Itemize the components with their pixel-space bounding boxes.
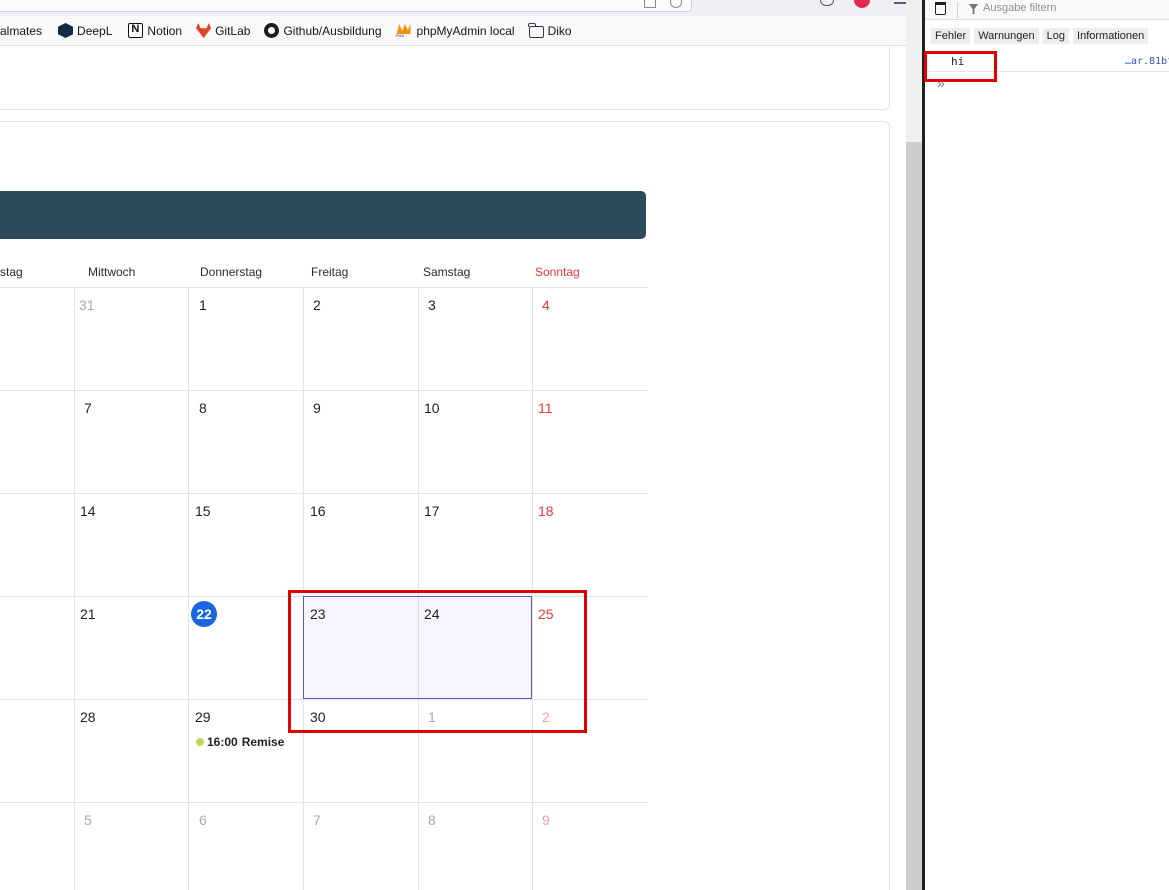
grid-line — [188, 287, 189, 890]
top-card — [0, 47, 890, 110]
today-badge[interactable]: 22 — [191, 601, 217, 627]
day-cell[interactable]: 8 — [428, 812, 436, 828]
bookmark-label: almates — [0, 23, 43, 38]
scrollbar-thumb[interactable] — [906, 142, 922, 890]
grid-line — [532, 287, 533, 890]
devtools-console: Ausgabe filtern Fehler Warnungen Log Inf… — [922, 0, 1169, 890]
bookmark-gitlab[interactable]: GitLab — [196, 16, 250, 46]
day-cell[interactable]: 17 — [424, 503, 440, 519]
day-cell[interactable]: 14 — [80, 503, 96, 519]
annotation-highlight — [288, 590, 587, 733]
event-title: Remise — [241, 735, 285, 749]
bookmark-label: Diko — [547, 23, 572, 38]
day-cell[interactable]: 6 — [199, 812, 207, 828]
filter-output-input[interactable]: Ausgabe filtern — [983, 2, 1056, 14]
event-time: 16:00 — [207, 735, 238, 749]
weekday-saturday: Samstag — [423, 265, 471, 279]
annotation-highlight — [924, 51, 997, 82]
day-cell[interactable]: 16 — [310, 503, 326, 519]
grid-line — [74, 287, 75, 890]
bookmark-label: DeepL — [77, 23, 113, 38]
log-level-filters: Fehler Warnungen Log Informationen — [925, 26, 1169, 46]
day-cell[interactable]: 1 — [199, 297, 207, 313]
calendar-event[interactable]: 16:00 Remise — [196, 735, 284, 749]
page-scrollbar[interactable] — [906, 47, 922, 890]
toolbar-separator — [957, 2, 958, 18]
day-cell[interactable]: 10 — [424, 400, 440, 416]
bookmarks-toolbar: almates DeepL Notion GitLab Github/Ausbi… — [0, 16, 922, 46]
filter-warnings[interactable]: Warnungen — [974, 28, 1039, 44]
day-cell[interactable]: 8 — [199, 400, 207, 416]
filter-info[interactable]: Informationen — [1073, 28, 1149, 44]
grid-line — [0, 390, 647, 391]
bookmark-almates[interactable]: almates — [0, 16, 42, 46]
weekday-wednesday: Mittwoch — [88, 265, 136, 279]
day-cell[interactable]: 9 — [542, 812, 550, 828]
filter-log[interactable]: Log — [1042, 28, 1070, 44]
gitlab-icon — [196, 23, 212, 38]
day-cell[interactable]: 7 — [84, 400, 92, 416]
bookmark-star-icon[interactable] — [670, 0, 682, 8]
bookmark-notion[interactable]: Notion — [128, 16, 182, 46]
day-cell[interactable]: 9 — [313, 400, 321, 416]
phpmyadmin-icon — [396, 23, 413, 38]
event-color-dot — [196, 738, 204, 746]
bookmark-github[interactable]: Github/Ausbildung — [264, 16, 382, 46]
bookmark-label: phpMyAdmin local — [416, 23, 515, 38]
screen: almates DeepL Notion GitLab Github/Ausbi… — [0, 0, 1169, 890]
day-cell[interactable]: 7 — [313, 812, 321, 828]
console-source-link[interactable]: …ar.81bf — [1125, 56, 1169, 67]
day-cell[interactable]: 31 — [79, 297, 95, 313]
bookmark-deepl[interactable]: DeepL — [58, 16, 112, 46]
browser-toolbar — [0, 0, 922, 16]
day-cell[interactable]: 29 — [195, 709, 211, 725]
day-cell[interactable]: 2 — [313, 297, 321, 313]
bookmark-label: Notion — [147, 23, 183, 38]
menu-icon[interactable] — [894, 0, 906, 4]
calendar-toolbar — [0, 191, 646, 239]
github-icon — [264, 23, 280, 38]
grid-line — [418, 287, 419, 890]
grid-line — [303, 287, 304, 890]
weekday-sunday: Sonntag — [535, 265, 580, 279]
day-cell[interactable]: 5 — [84, 812, 92, 828]
day-cell[interactable]: 28 — [80, 709, 96, 725]
day-cell[interactable]: 21 — [80, 606, 96, 622]
console-toolbar: Ausgabe filtern — [925, 0, 1169, 20]
bookmark-label: Github/Ausbildung — [283, 23, 382, 38]
filter-errors[interactable]: Fehler — [931, 28, 971, 44]
bookmark-label: GitLab — [215, 23, 251, 38]
scrollbar-top — [906, 0, 922, 47]
weekday-friday: Freitag — [311, 265, 349, 279]
day-cell[interactable]: 3 — [428, 297, 436, 313]
notion-icon — [128, 23, 144, 38]
day-cell[interactable]: 4 — [542, 297, 550, 313]
day-cell[interactable]: 18 — [538, 503, 554, 519]
trash-icon[interactable] — [935, 2, 946, 15]
extension-icon[interactable] — [854, 0, 870, 8]
day-cell[interactable]: 11 — [538, 400, 553, 416]
page-action-icon[interactable] — [644, 0, 656, 8]
account-icon[interactable] — [820, 0, 834, 6]
weekday-thursday: Donnerstag — [200, 265, 263, 279]
grid-line — [0, 287, 647, 288]
url-bar[interactable] — [0, 0, 692, 12]
weekday-tuesday: stag — [0, 265, 23, 279]
filter-icon — [969, 4, 978, 14]
web-page: stag Mittwoch Donnerstag Freitag Samstag… — [0, 47, 906, 890]
bookmark-phpmyadmin[interactable]: phpMyAdmin local — [396, 16, 515, 46]
deepl-icon — [58, 23, 74, 38]
folder-icon — [528, 22, 544, 38]
grid-line — [0, 802, 647, 803]
grid-line — [0, 493, 647, 494]
bookmark-folder-diko[interactable]: Diko — [528, 16, 572, 46]
day-cell[interactable]: 15 — [195, 503, 211, 519]
